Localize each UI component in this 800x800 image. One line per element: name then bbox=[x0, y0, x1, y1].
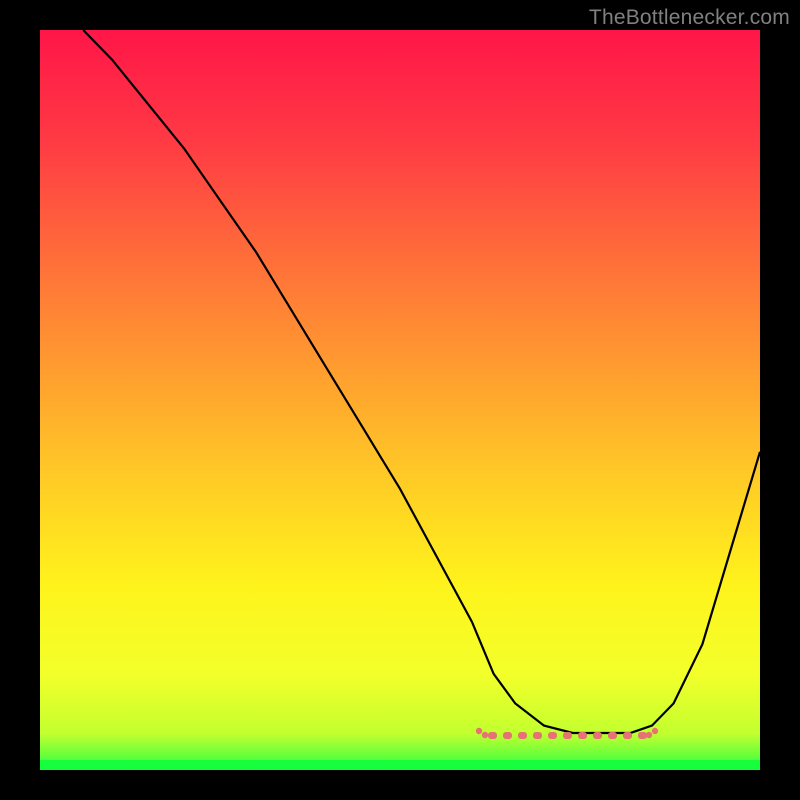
watermark-text: TheBottlenecker.com bbox=[589, 6, 790, 30]
chart-plot-area bbox=[40, 30, 760, 770]
green-baseline-strip bbox=[40, 760, 760, 770]
gradient-background bbox=[40, 30, 760, 770]
chart-svg bbox=[40, 30, 760, 770]
